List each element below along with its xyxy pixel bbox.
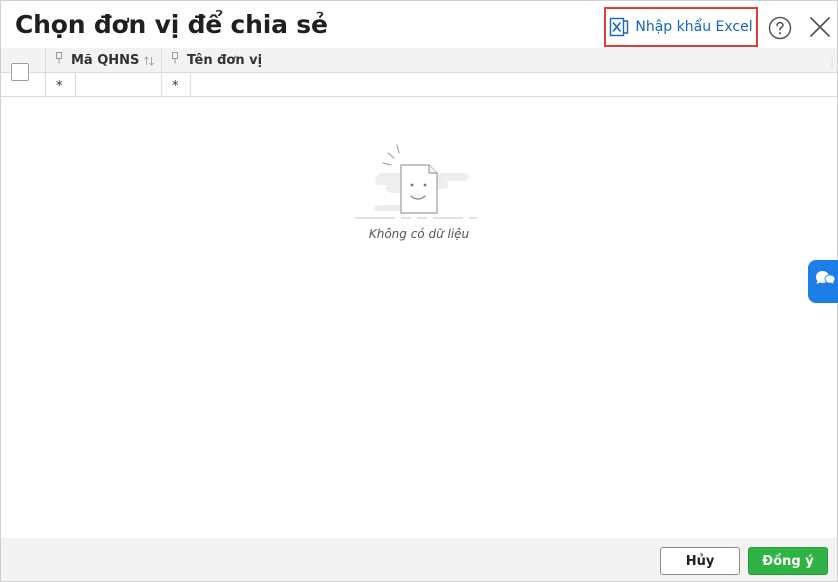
filter-divider xyxy=(75,73,76,96)
filter-divider xyxy=(190,73,191,96)
filter-operator[interactable]: * xyxy=(56,79,63,94)
chat-support-button[interactable] xyxy=(808,260,838,303)
column-header-label: Tên đơn vị xyxy=(187,52,263,68)
column-header-ma-qhns[interactable]: Mã QHNS xyxy=(55,48,139,72)
filter-input-ten-don-vi[interactable] xyxy=(192,74,832,96)
close-icon[interactable] xyxy=(809,16,831,43)
excel-icon xyxy=(609,17,629,37)
import-excel-button[interactable]: Nhập khẩu Excel xyxy=(604,7,758,47)
pin-icon[interactable] xyxy=(55,52,63,68)
column-header-ten-don-vi[interactable]: Tên đơn vị xyxy=(171,48,262,72)
column-header-label: Mã QHNS xyxy=(71,52,140,68)
dialog-title: Chọn đơn vị để chia sẻ xyxy=(15,10,328,39)
column-divider xyxy=(161,48,162,96)
column-divider xyxy=(45,48,46,96)
filter-operator[interactable]: * xyxy=(172,79,179,94)
select-all-checkbox[interactable] xyxy=(11,63,29,81)
help-circle-icon[interactable] xyxy=(768,16,792,45)
empty-document-icon xyxy=(353,141,489,228)
column-resize-handle[interactable] xyxy=(829,55,835,73)
filter-input-ma-qhns[interactable] xyxy=(77,74,160,96)
share-unit-dialog: Chọn đơn vị để chia sẻ Nhập khẩu Excel M… xyxy=(0,0,838,582)
cancel-button[interactable]: Hủy xyxy=(660,547,740,575)
empty-state-text: Không có dữ liệu xyxy=(368,227,470,241)
ok-button[interactable]: Đồng ý xyxy=(748,547,828,575)
pin-icon[interactable] xyxy=(171,52,179,68)
import-excel-label: Nhập khẩu Excel xyxy=(635,19,753,35)
chat-bubble-icon xyxy=(813,268,835,295)
sort-icon[interactable] xyxy=(143,54,155,72)
